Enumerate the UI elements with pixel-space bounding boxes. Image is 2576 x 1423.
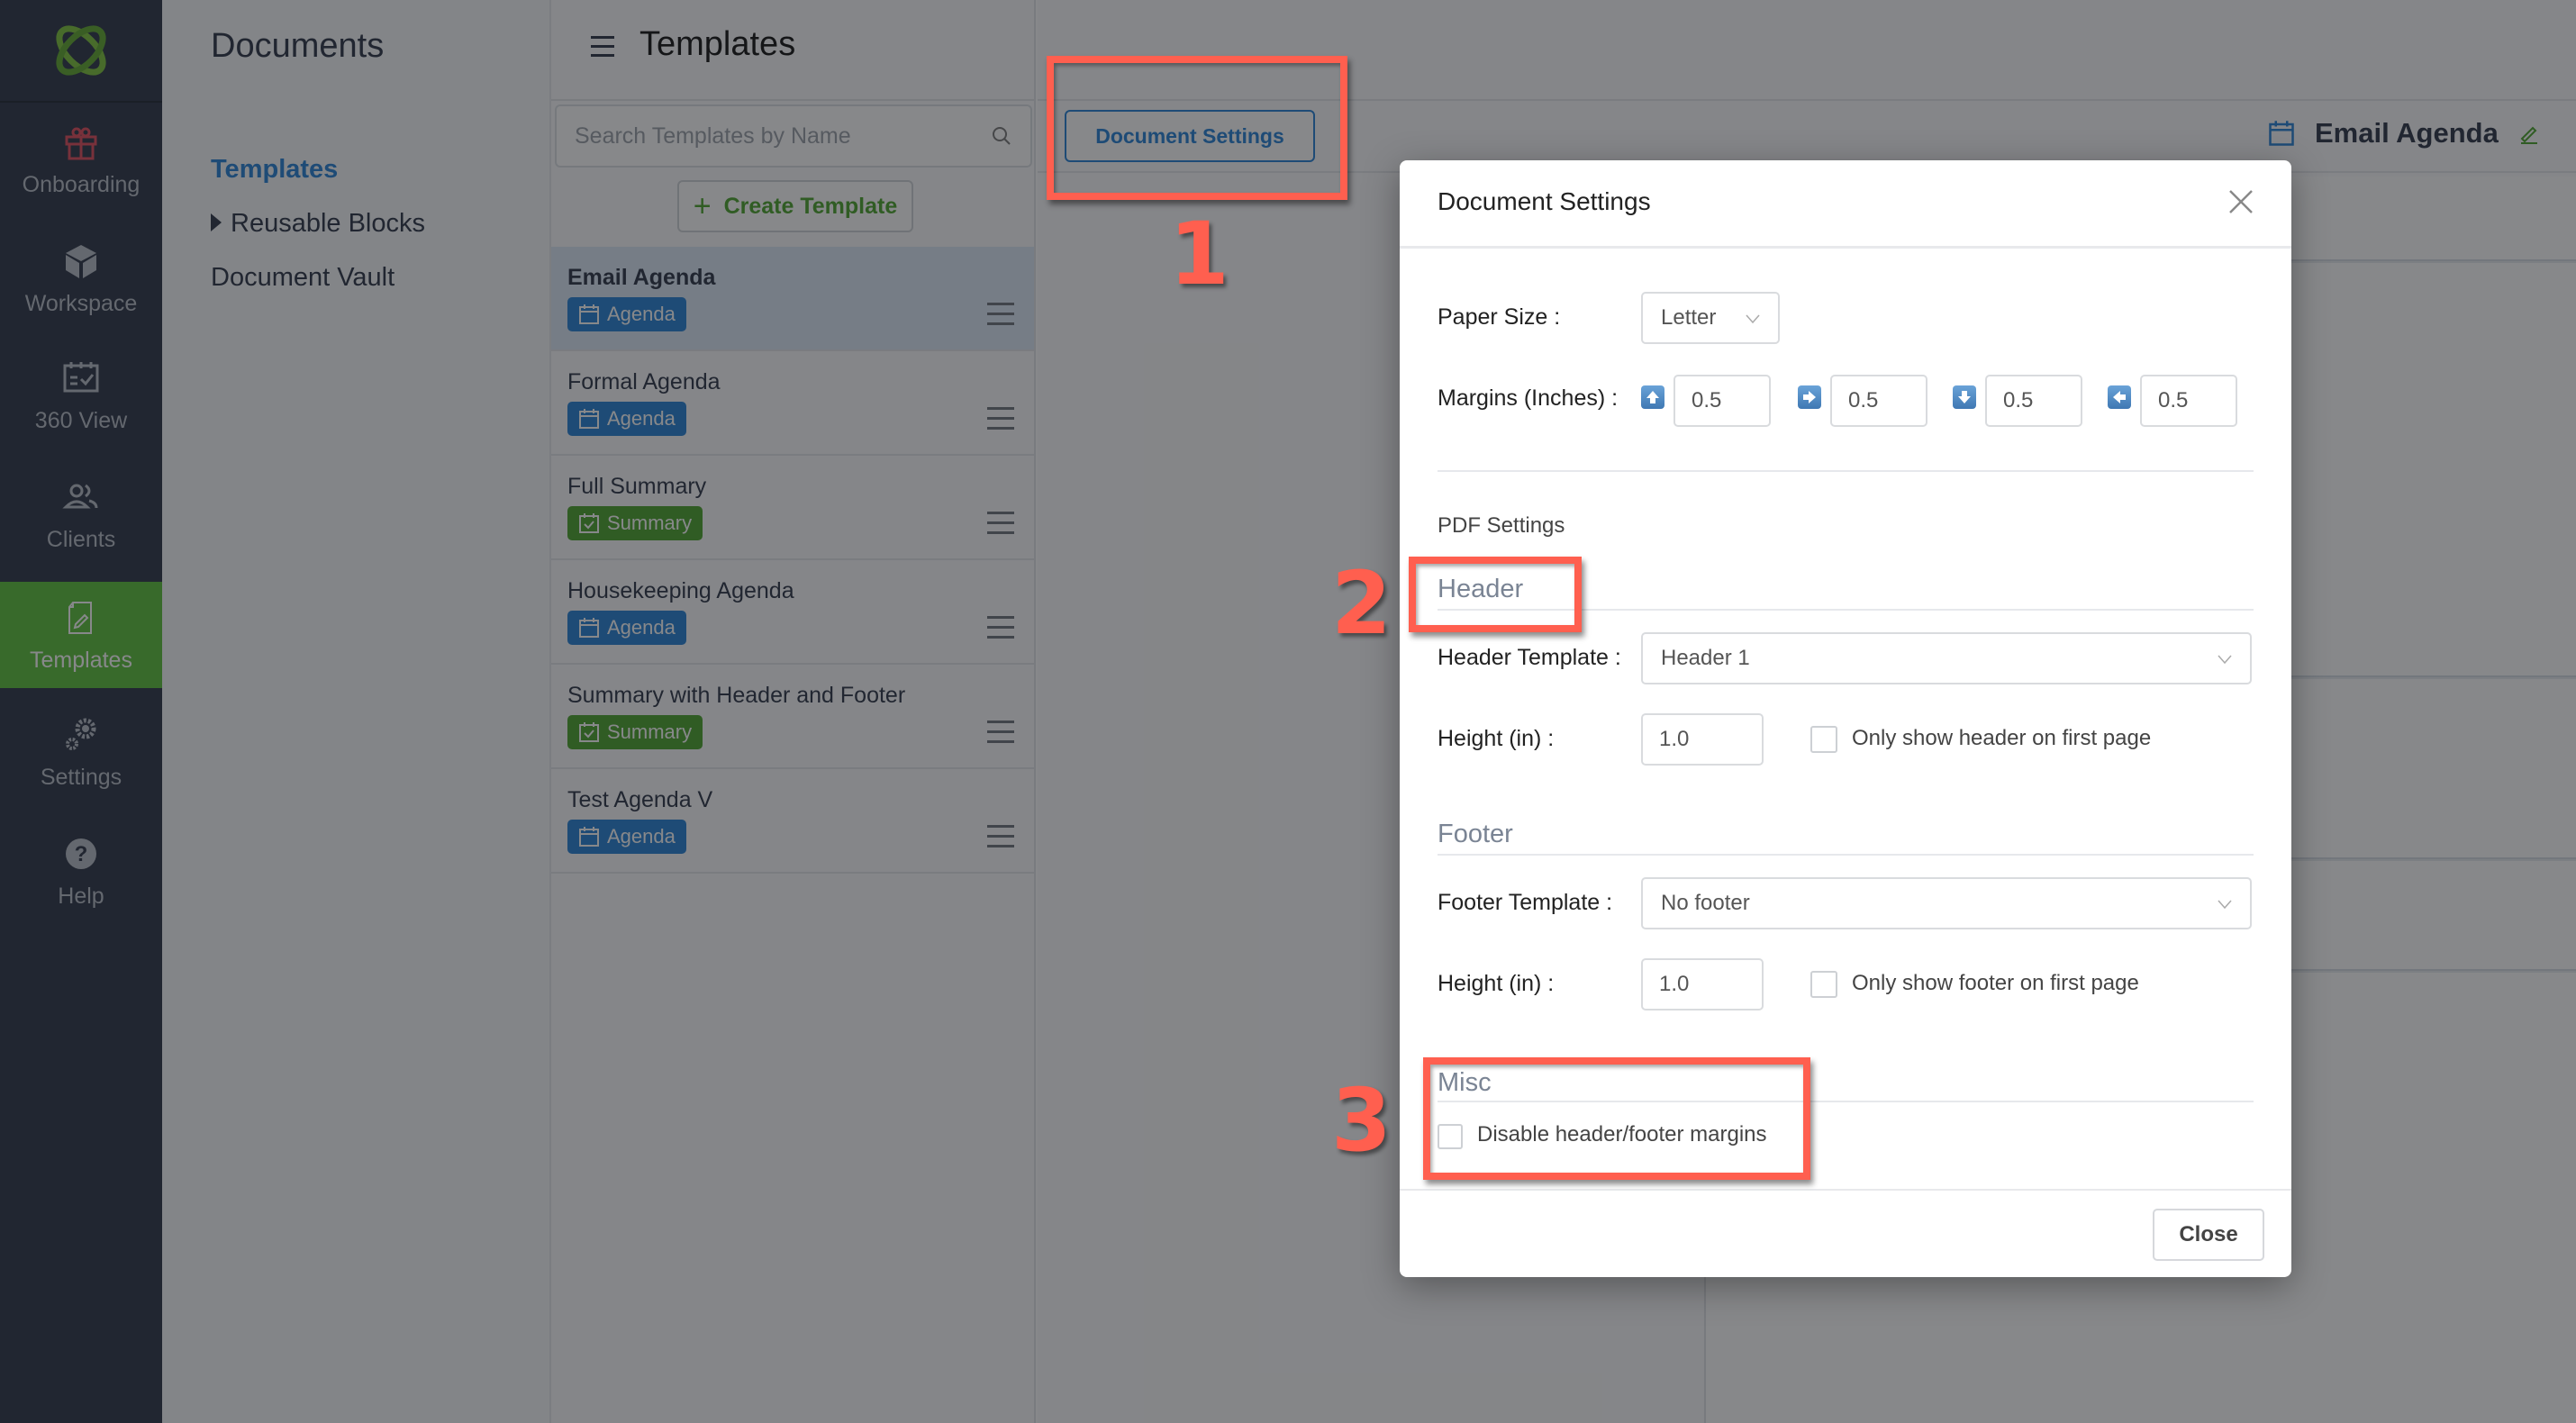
margin-bottom-input[interactable] bbox=[1985, 375, 2082, 427]
header-height-input[interactable] bbox=[1641, 713, 1764, 766]
close-icon[interactable] bbox=[2225, 186, 2257, 218]
header-template-label: Header Template : bbox=[1438, 645, 1621, 670]
modal-footer-divider bbox=[1400, 1189, 2291, 1191]
footer-height-input[interactable] bbox=[1641, 958, 1764, 1011]
paper-size-value: Letter bbox=[1661, 305, 1717, 330]
chevron-down-icon bbox=[1746, 314, 1760, 324]
arrow-left-icon bbox=[2108, 385, 2131, 409]
paper-size-label: Paper Size : bbox=[1438, 304, 1561, 330]
margin-right-input[interactable] bbox=[1830, 375, 1927, 427]
divider bbox=[1438, 470, 2254, 472]
paper-size-select[interactable]: Letter bbox=[1641, 292, 1780, 344]
footer-first-page-checkbox[interactable] bbox=[1810, 971, 1837, 998]
annotation-number-2: 2 bbox=[1331, 553, 1392, 654]
header-template-value: Header 1 bbox=[1661, 646, 1750, 670]
chevron-down-icon bbox=[2218, 900, 2232, 910]
annotation-number-3: 3 bbox=[1331, 1070, 1392, 1171]
arrow-up-icon bbox=[1641, 385, 1664, 409]
annotation-number-1: 1 bbox=[1169, 204, 1229, 304]
divider bbox=[1438, 854, 2254, 856]
footer-template-select[interactable]: No footer bbox=[1641, 877, 2252, 929]
arrow-right-icon bbox=[1798, 385, 1821, 409]
annotation-box-3 bbox=[1423, 1057, 1810, 1180]
footer-template-label: Footer Template : bbox=[1438, 890, 1613, 915]
annotation-box-2 bbox=[1409, 557, 1582, 632]
modal-header: Document Settings bbox=[1400, 160, 2291, 249]
pdf-settings-label: PDF Settings bbox=[1438, 513, 1565, 538]
footer-height-label: Height (in) : bbox=[1438, 971, 1555, 996]
margins-label: Margins (Inches) : bbox=[1438, 385, 1619, 411]
header-height-label: Height (in) : bbox=[1438, 726, 1555, 751]
close-button[interactable]: Close bbox=[2153, 1209, 2264, 1261]
header-first-page-checkbox[interactable] bbox=[1810, 726, 1837, 753]
chevron-down-icon bbox=[2218, 655, 2232, 665]
annotation-box-1 bbox=[1047, 56, 1347, 200]
header-first-page-label: Only show header on first page bbox=[1852, 726, 2152, 750]
footer-template-value: No footer bbox=[1661, 891, 1750, 915]
footer-section-title: Footer bbox=[1438, 820, 1513, 848]
margin-top-input[interactable] bbox=[1673, 375, 1771, 427]
header-template-select[interactable]: Header 1 bbox=[1641, 632, 2252, 684]
arrow-down-icon bbox=[1953, 385, 1976, 409]
footer-first-page-label: Only show footer on first page bbox=[1852, 971, 2139, 995]
margin-left-input[interactable] bbox=[2140, 375, 2237, 427]
modal-title: Document Settings bbox=[1438, 187, 1651, 215]
